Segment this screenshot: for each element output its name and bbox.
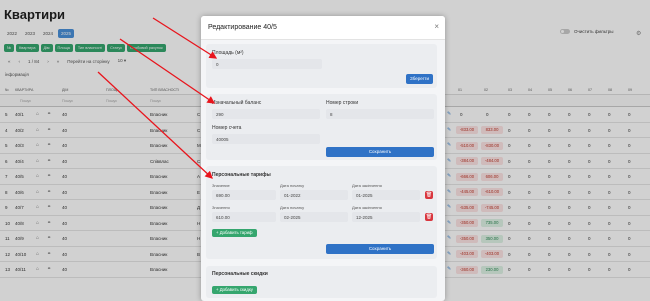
arrow-to-tariffs bbox=[97, 71, 213, 179]
annotation-arrows bbox=[97, 17, 218, 179]
arrow-to-balance bbox=[119, 38, 216, 104]
arrow-to-area bbox=[152, 17, 218, 59]
